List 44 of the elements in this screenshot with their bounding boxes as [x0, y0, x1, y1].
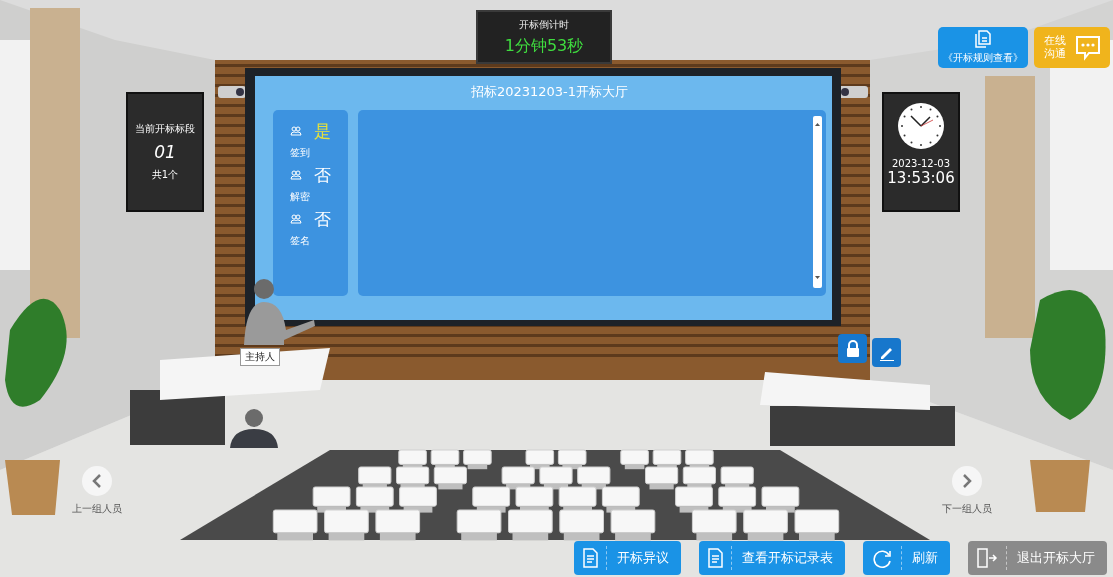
document-icon — [582, 548, 598, 568]
status-value: 否 — [312, 207, 332, 231]
group-icon — [290, 170, 302, 180]
section-number: 01 — [154, 142, 176, 162]
exit-button[interactable]: 退出开标大厅 — [968, 541, 1107, 575]
online-chat-button[interactable]: 在线沟通 — [1034, 27, 1110, 68]
section-total: 共1个 — [151, 168, 179, 182]
clock-date: 2023-12-03 — [891, 158, 951, 169]
edit-button[interactable] — [872, 338, 901, 367]
board-heading: 当前开标标段 — [135, 122, 195, 136]
seated-person-drawing — [230, 409, 278, 448]
host-figure-drawing — [244, 279, 315, 345]
status-value: 否 — [312, 163, 332, 187]
group-icon — [290, 214, 302, 224]
document-icon — [707, 548, 723, 568]
status-label: 解密 — [290, 190, 311, 204]
chat-bubble-icon — [1075, 34, 1102, 61]
lock-button[interactable] — [838, 334, 867, 363]
navigation-label: 下一组人员 — [942, 502, 992, 516]
security-camera-icon — [218, 86, 246, 98]
toolbar-button[interactable]: 查看开标记录表 — [699, 541, 845, 575]
countdown-label: 开标倒计时 — [519, 17, 569, 32]
status-label: 签到 — [290, 146, 311, 160]
scroll-up-icon[interactable] — [813, 120, 822, 128]
scrollbar[interactable] — [813, 116, 822, 288]
group-icon — [290, 126, 302, 136]
refresh-button[interactable]: 刷新 — [863, 541, 950, 575]
toolbar-button[interactable]: 开标异议 — [574, 541, 681, 575]
navigation-label: 上一组人员 — [72, 502, 122, 516]
clock-time: 13:53:06 — [887, 169, 955, 187]
host-nameplate: 主持人 — [240, 348, 280, 366]
countdown-value: 1分钟53秒 — [504, 35, 584, 57]
scroll-down-icon[interactable] — [813, 274, 822, 282]
lock-icon — [845, 339, 860, 358]
wall-clock-icon — [897, 102, 945, 150]
exit-door-icon — [976, 548, 998, 568]
chevron-right-icon — [962, 474, 972, 488]
status-value: 是 — [312, 119, 332, 143]
rules-button[interactable]: 《开标规则查看》 — [938, 27, 1028, 68]
chevron-left-icon — [92, 474, 102, 488]
document-icon — [975, 30, 991, 48]
refresh-icon — [871, 547, 893, 569]
hall-title: 招标20231203-1开标大厅 — [469, 83, 630, 101]
status-label: 签名 — [290, 234, 311, 248]
